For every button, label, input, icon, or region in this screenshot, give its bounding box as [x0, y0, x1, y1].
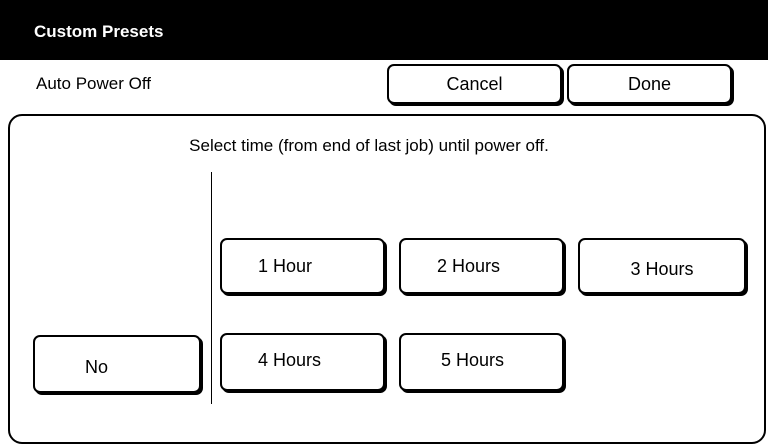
option-4-hours-button[interactable]: 4 Hours	[220, 333, 385, 391]
window-title: Custom Presets	[34, 22, 164, 41]
setting-label: Auto Power Off	[36, 74, 151, 93]
instruction-text: Select time (from end of last job) until…	[189, 136, 549, 155]
divider	[211, 172, 212, 404]
option-2-hours-button[interactable]: 2 Hours	[399, 238, 564, 294]
option-1-hour-button[interactable]: 1 Hour	[220, 238, 385, 294]
option-5-hours-button[interactable]: 5 Hours	[399, 333, 564, 391]
option-no-button[interactable]: No	[33, 335, 201, 393]
cancel-button[interactable]: Cancel	[387, 64, 562, 104]
done-button[interactable]: Done	[567, 64, 732, 104]
option-3-hours-button[interactable]: 3 Hours	[578, 238, 746, 294]
